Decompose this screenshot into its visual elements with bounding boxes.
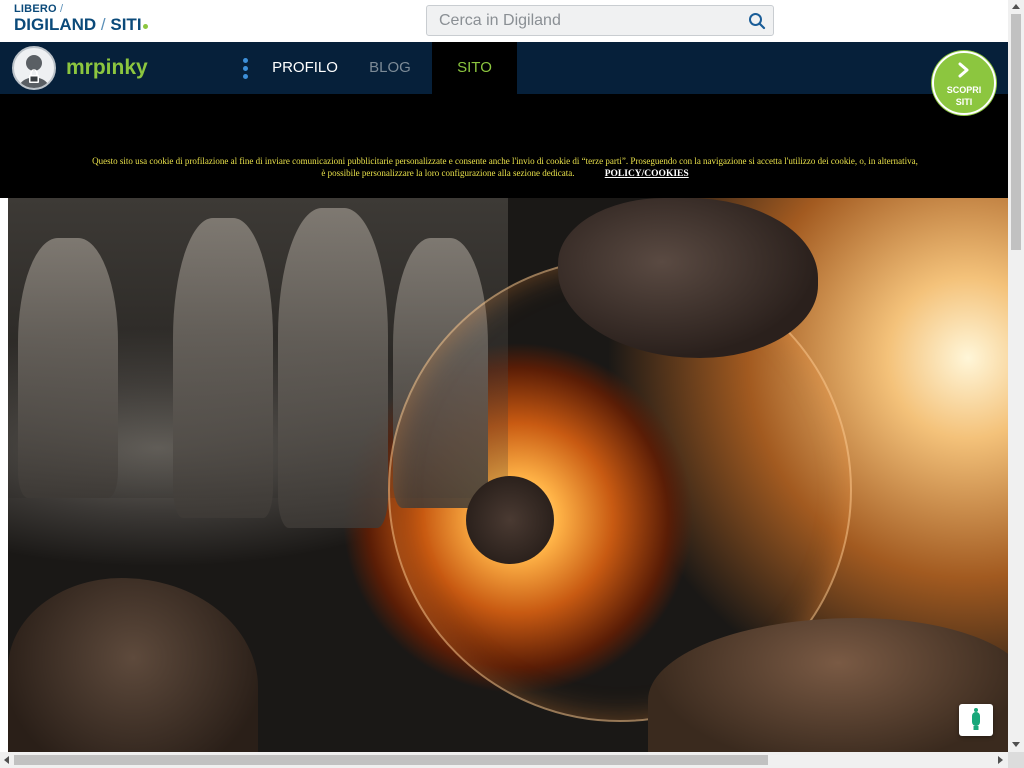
tab-profilo[interactable]: PROFILO — [262, 42, 348, 94]
vertical-scroll-thumb[interactable] — [1011, 14, 1021, 250]
user-lock-icon — [19, 55, 49, 88]
band-member-figure — [278, 208, 388, 528]
site-header-image — [8, 198, 1008, 753]
cookie-notice: Questo sito usa cookie di profilazione a… — [90, 155, 920, 180]
tab-sito[interactable]: SITO — [432, 42, 517, 94]
scroll-down-arrow-icon[interactable] — [1012, 742, 1020, 747]
profile-username[interactable]: mrpinky — [66, 56, 148, 80]
band-member-figure — [173, 218, 273, 518]
logo-section-text: SITI — [110, 15, 142, 34]
policy-cookies-link[interactable]: POLICY/COOKIES — [605, 169, 689, 179]
horizontal-scrollbar[interactable] — [0, 752, 1008, 768]
search-icon[interactable] — [748, 12, 766, 30]
kebab-menu-icon[interactable] — [243, 58, 249, 80]
band-member-figure — [18, 238, 118, 498]
cookie-banner-area: Questo sito usa cookie di profilazione a… — [0, 94, 1008, 198]
asteroid-graphic — [8, 578, 258, 753]
search-input[interactable] — [439, 12, 739, 30]
feedback-icon — [972, 708, 980, 730]
logo-dot-icon — [142, 24, 148, 29]
top-header: LIBERO / DIGILAND / SITI — [0, 0, 1008, 42]
scroll-up-arrow-icon[interactable] — [1012, 4, 1020, 9]
logo-brand-text: DIGILAND — [14, 15, 97, 34]
logo-libero-text: LIBERO — [14, 3, 57, 15]
scroll-left-arrow-icon[interactable] — [4, 756, 9, 764]
profile-navbar: mrpinky PROFILO BLOG SITO — [0, 42, 1008, 94]
exploding-core-graphic — [466, 476, 554, 564]
scroll-right-arrow-icon[interactable] — [998, 756, 1003, 764]
tab-blog[interactable]: BLOG — [350, 42, 430, 94]
search-box — [426, 5, 774, 36]
feedback-button[interactable] — [959, 704, 993, 736]
vertical-scrollbar[interactable] — [1008, 0, 1024, 752]
scopri-siti-button[interactable]: SCOPRI SITI — [932, 51, 996, 115]
digiland-siti-logo[interactable]: LIBERO / DIGILAND / SITI — [14, 3, 148, 35]
cookie-notice-text: Questo sito usa cookie di profilazione a… — [92, 156, 918, 178]
avatar[interactable] — [12, 46, 56, 90]
scrollbar-corner — [1008, 752, 1024, 768]
chevron-right-icon — [958, 62, 969, 78]
horizontal-scroll-thumb[interactable] — [14, 755, 768, 765]
scopri-siti-label: SCOPRI SITI — [946, 85, 982, 107]
